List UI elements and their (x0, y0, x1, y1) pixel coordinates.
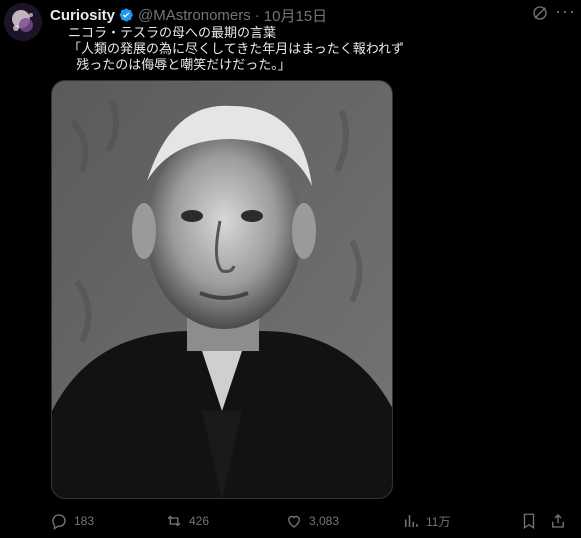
reply-button[interactable]: 183 (50, 509, 94, 533)
portrait-photo-icon (52, 81, 392, 498)
verified-badge-icon (119, 8, 133, 22)
view-count: 11万 (426, 514, 451, 529)
share-icon (552, 514, 564, 528)
tweet-photo[interactable] (51, 80, 393, 499)
tweet-line-1: ニコラ・テスラの母への最期の言葉 (68, 26, 277, 41)
bookmark-button[interactable] (520, 509, 544, 533)
views-chart-icon (405, 515, 418, 527)
bookmark-icon (523, 513, 535, 530)
share-button[interactable] (549, 509, 573, 533)
repost-icon (167, 515, 181, 527)
tweet-header: Curiosity @MAstronomers · 10月15日 (50, 4, 573, 26)
reply-count: 183 (74, 514, 95, 528)
author-handle[interactable]: @MAstronomers (138, 7, 251, 24)
heart-icon (288, 515, 300, 528)
grok-icon[interactable] (531, 4, 549, 22)
tweet-line-2: 「人類の発展の為に尽くしてきた年月はまったく報われず (68, 42, 405, 57)
action-bar: 183 426 3,083 11万 (50, 509, 573, 533)
avatar[interactable] (4, 3, 42, 41)
views-button[interactable]: 11万 (402, 509, 450, 533)
tweet-date[interactable]: 10月15日 (264, 5, 327, 26)
separator-dot: · (254, 6, 260, 24)
tweet-text: ニコラ・テスラの母への最期の言葉 「人類の発展の為に尽くしてきた年月はまったく報… (68, 26, 573, 74)
tweet-line-3: 残ったのは侮辱と嘲笑だけだった。」 (68, 58, 291, 73)
repost-button[interactable]: 426 (165, 509, 209, 533)
like-count: 3,083 (309, 514, 340, 528)
author-name[interactable]: Curiosity (50, 7, 115, 24)
more-options-icon[interactable]: ··· (555, 2, 575, 23)
like-button[interactable]: 3,083 (285, 509, 339, 533)
reply-icon (52, 514, 66, 530)
avatar-image (4, 3, 42, 41)
repost-count: 426 (189, 514, 210, 528)
